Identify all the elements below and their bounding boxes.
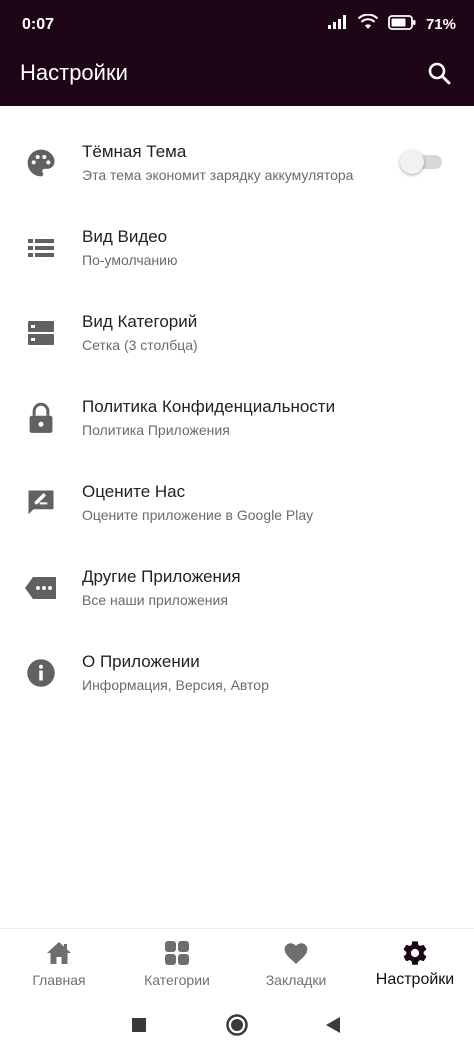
grid-view-icon <box>24 316 58 350</box>
nav-settings[interactable]: Настройки <box>356 929 474 999</box>
recents-icon <box>132 1018 146 1032</box>
lock-icon <box>24 401 58 435</box>
battery-percent-suffix: % <box>442 16 456 33</box>
status-icons: 71% <box>327 13 456 35</box>
bottom-navigation: Главная Категории Закладки Настройки <box>0 928 474 999</box>
app-header: 0:07 71% Настройки <box>0 0 474 106</box>
setting-title: Политика Конфиденциальности <box>82 397 336 416</box>
setting-subtitle: Эта тема экономит зарядку аккумулятора <box>82 167 354 183</box>
signal-icon <box>327 15 348 34</box>
categories-icon <box>163 939 191 967</box>
setting-title: О Приложении <box>82 652 200 671</box>
more-apps-icon <box>24 571 58 605</box>
back-icon <box>326 1017 340 1033</box>
setting-subtitle: Оцените приложение в Google Play <box>82 507 314 523</box>
system-navigation-bar <box>0 998 474 1053</box>
setting-title: Вид Видео <box>82 227 168 246</box>
setting-title: Тёмная Тема <box>82 142 187 161</box>
setting-title: Другие Приложения <box>82 567 241 586</box>
nav-home[interactable]: Главная <box>0 929 118 999</box>
setting-subtitle: Сетка (3 столбца) <box>82 337 198 353</box>
setting-video-view[interactable]: Вид Видео По-умолчанию <box>0 195 474 280</box>
home-circle-icon <box>226 1014 248 1036</box>
nav-label: Настройки <box>375 971 455 988</box>
home-icon <box>45 939 73 967</box>
nav-label: Главная <box>32 972 86 988</box>
dark-theme-toggle[interactable] <box>400 150 442 174</box>
setting-privacy-policy[interactable]: Политика Конфиденциальности Политика При… <box>0 365 474 450</box>
back-button[interactable] <box>320 1012 346 1038</box>
setting-rate-us[interactable]: Оцените Нас Оцените приложение в Google … <box>0 450 474 535</box>
nav-bookmarks[interactable]: Закладки <box>237 929 355 999</box>
nav-label: Закладки <box>265 972 327 988</box>
battery-icon <box>388 14 416 35</box>
nav-categories[interactable]: Категории <box>118 929 236 999</box>
home-system-button[interactable] <box>224 1012 250 1038</box>
info-icon <box>24 656 58 690</box>
wifi-icon <box>357 13 379 35</box>
page-title: Настройки <box>20 60 128 85</box>
list-view-icon <box>24 231 58 265</box>
rate-review-icon <box>24 486 58 520</box>
recents-button[interactable] <box>126 1012 152 1038</box>
setting-subtitle: Политика Приложения <box>82 422 230 438</box>
settings-list: Тёмная Тема Эта тема экономит зарядку ак… <box>0 110 474 705</box>
setting-other-apps[interactable]: Другие Приложения Все наши приложения <box>0 535 474 620</box>
search-icon <box>428 62 451 85</box>
setting-dark-theme[interactable]: Тёмная Тема Эта тема экономит зарядку ак… <box>0 110 474 195</box>
setting-category-view[interactable]: Вид Категорий Сетка (3 столбца) <box>0 280 474 365</box>
setting-title: Вид Категорий <box>82 312 198 331</box>
setting-subtitle: По-умолчанию <box>82 252 178 268</box>
status-bar: 0:07 71% <box>0 0 474 52</box>
gear-icon <box>401 939 429 967</box>
battery-percent: 71 <box>425 16 443 33</box>
palette-icon <box>24 146 58 180</box>
search-button[interactable] <box>424 58 454 88</box>
setting-title: Оцените Нас <box>82 482 186 501</box>
nav-label: Категории <box>144 972 210 988</box>
setting-subtitle: Все наши приложения <box>82 592 228 608</box>
heart-icon <box>282 939 310 967</box>
toggle-thumb <box>400 150 424 174</box>
setting-about[interactable]: О Приложении Информация, Версия, Автор <box>0 620 474 705</box>
setting-subtitle: Информация, Версия, Автор <box>82 677 269 693</box>
status-time: 0:07 <box>22 16 55 33</box>
